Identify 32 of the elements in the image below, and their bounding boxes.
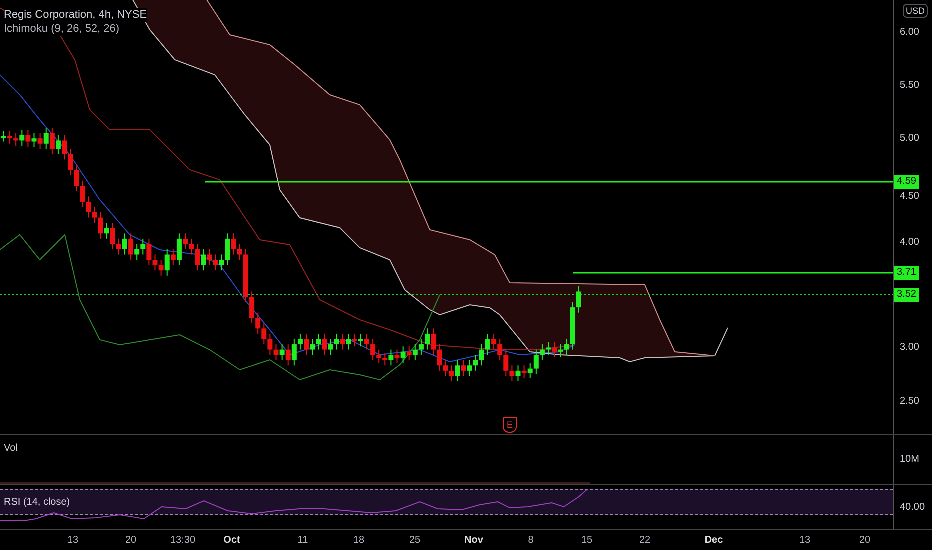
price-tick: 2.50 (900, 396, 920, 408)
rsi-tick: 40.00 (900, 500, 926, 514)
time-tick: 25 (409, 534, 421, 548)
time-tick: Oct (224, 534, 240, 548)
volume-tick: 10M (900, 453, 920, 467)
rsi-label: RSI (14, close) (4, 496, 70, 510)
time-tick: Dec (704, 534, 724, 548)
time-tick: Nov (464, 534, 484, 548)
time-tick: 13 (799, 534, 811, 548)
price-tick: 4.50 (900, 191, 920, 203)
time-tick: 20 (125, 534, 137, 548)
time-tick: 13 (67, 534, 79, 548)
price-tick: 3.00 (900, 342, 920, 354)
time-tick: 13:30 (170, 534, 196, 548)
time-tick: 22 (639, 534, 651, 548)
indicator-label: Ichimoku (9, 26, 52, 26) (4, 22, 120, 36)
price-tick: 5.00 (900, 133, 920, 145)
time-tick: 20 (859, 534, 871, 548)
price-label: 3.52 (894, 288, 920, 302)
earnings-marker[interactable]: E (503, 417, 517, 433)
price-tick: 4.00 (900, 237, 920, 249)
price-label: 4.59 (894, 175, 920, 189)
currency-label[interactable]: USD (903, 4, 928, 18)
price-tick: 6.00 (900, 27, 920, 39)
chart-title: Regis Corporation, 4h, NYSE (4, 8, 148, 22)
price-label: 3.71 (894, 266, 920, 280)
time-tick: 18 (353, 534, 365, 548)
price-tick: 5.50 (900, 80, 920, 92)
volume-label: Vol (4, 442, 18, 456)
time-tick: 8 (528, 534, 534, 548)
time-tick: 11 (298, 534, 308, 548)
time-tick: 15 (581, 534, 593, 548)
